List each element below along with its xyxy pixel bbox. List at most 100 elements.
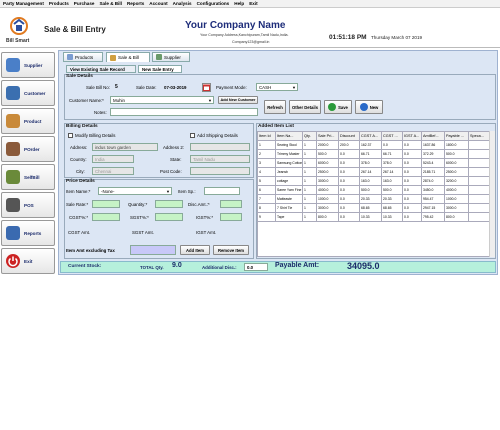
sgst-amt-label: SGST Amt. bbox=[132, 230, 154, 235]
add-customer-button[interactable]: Add New Customer bbox=[218, 96, 258, 104]
table-cell: 0.0 bbox=[402, 176, 422, 186]
table-cell: 1000.0 bbox=[444, 194, 469, 204]
save-button[interactable]: Save bbox=[324, 100, 352, 114]
quantity-input[interactable] bbox=[155, 200, 183, 208]
state-select[interactable]: Tamil Nadu bbox=[190, 155, 250, 163]
column-header[interactable]: Speca... bbox=[468, 131, 490, 141]
item-sp-input[interactable] bbox=[204, 187, 240, 195]
table-cell: 3200.0 bbox=[444, 176, 469, 186]
table-row[interactable]: 6 Saree Yarn Fine 1 4000.0 0.0 500.0 500.0 0.0 3… bbox=[257, 185, 490, 195]
sgst-pct-input[interactable] bbox=[155, 213, 183, 221]
notes-label: Notes: bbox=[94, 110, 107, 115]
table-row[interactable]: 9 Tape 1 800.0 0.0 10.33 10.33 0.0 795.42 800.0 bbox=[257, 212, 490, 222]
subtab-new-sale[interactable]: New Sale Entry bbox=[138, 65, 182, 73]
column-header[interactable]: CGST A... bbox=[359, 131, 382, 141]
table-row[interactable]: 87 Shirt Tie 1 3000.0 0.0 68.65 68.65 0.0 2947.… bbox=[257, 203, 490, 213]
table-cell bbox=[468, 185, 490, 195]
table-row[interactable]: 7 Matteaste 1 1000.0 0.0 20.33 20.33 0.0 954.47 1… bbox=[257, 194, 490, 204]
menu-item-exit[interactable]: Exit bbox=[249, 1, 257, 6]
additional-disc-input[interactable]: 0.0 bbox=[244, 263, 268, 271]
address-label: Address: bbox=[70, 145, 88, 150]
tab-supplier[interactable]: Supplier bbox=[152, 52, 190, 62]
table-row[interactable]: 3 Samsung Cotton 1 6000.0 0.0 378.0 378.0 0.0 52… bbox=[257, 158, 490, 168]
table-scrollbar[interactable] bbox=[489, 131, 495, 257]
table-cell bbox=[468, 203, 490, 213]
column-header[interactable]: Discount bbox=[338, 131, 360, 141]
subtab-view-existing[interactable]: View Existing Sale Record bbox=[66, 65, 136, 73]
igst-pct-input[interactable] bbox=[220, 213, 242, 221]
sidebar-porder-button[interactable]: POrder bbox=[1, 136, 55, 162]
calendar-icon[interactable] bbox=[202, 83, 211, 92]
other-details-button[interactable]: Other Details bbox=[289, 100, 321, 114]
table-cell: Samsung Cotton bbox=[275, 158, 303, 168]
sidebar-exit-button[interactable]: Exit bbox=[1, 248, 55, 274]
tab-sale-bill[interactable]: Sale & Bill bbox=[106, 52, 150, 62]
menu-item-reports[interactable]: Reports bbox=[127, 1, 144, 6]
item-table[interactable]: Item Id Item Na... Qty. Sale Pri... Discount… bbox=[257, 131, 490, 222]
cgst-pct-input[interactable] bbox=[92, 213, 120, 221]
table-cell: 1 bbox=[302, 149, 317, 159]
sidebar-customer-button[interactable]: Customer bbox=[1, 80, 55, 106]
refresh-button[interactable]: Refresh bbox=[264, 100, 286, 114]
table-cell: Saree Yarn Fine bbox=[275, 185, 303, 195]
sidebar-pos-button[interactable]: POS bbox=[1, 192, 55, 218]
column-header[interactable]: IGST A... bbox=[402, 131, 422, 141]
payment-mode-select[interactable]: CASH ▼ bbox=[256, 83, 298, 91]
table-cell bbox=[468, 167, 490, 177]
menu-item-account[interactable]: Account bbox=[149, 1, 167, 6]
add-item-button[interactable]: Add Item bbox=[180, 245, 210, 255]
column-header[interactable]: AmtBef... bbox=[421, 131, 445, 141]
customer-select[interactable]: Muhin ▼ bbox=[110, 96, 214, 104]
table-cell: 1 bbox=[302, 176, 317, 186]
remove-item-button[interactable]: Remove Item bbox=[213, 245, 249, 255]
item-name-select[interactable]: -None- ▼ bbox=[98, 187, 172, 195]
sidebar-selfbill-button[interactable]: SelfBill bbox=[1, 164, 55, 190]
address-input[interactable]: indus town garden bbox=[92, 143, 158, 151]
table-cell: 2185.71 bbox=[421, 167, 445, 177]
sidebar-product-button[interactable]: Product bbox=[1, 108, 55, 134]
table-row[interactable]: 1 Sewing Stool 1 2000.0 200.0 162.37 0.0 0.0 163… bbox=[257, 140, 490, 150]
notes-input[interactable] bbox=[110, 108, 258, 116]
tab-products[interactable]: Products bbox=[63, 52, 103, 62]
postcode-input[interactable] bbox=[190, 167, 250, 175]
table-row[interactable]: 4 Jeansb 1 2500.0 0.0 267.14 267.14 0.0 2185.71 2… bbox=[257, 167, 490, 177]
menu-bar: Party Management Products Purchase Sale & B… bbox=[0, 0, 500, 8]
menu-item-analysis[interactable]: Analysis bbox=[173, 1, 192, 6]
sidebar-reports-button[interactable]: Reports bbox=[1, 220, 55, 246]
menu-item-sale-bill[interactable]: Sale & Bill bbox=[99, 1, 121, 6]
menu-item-help[interactable]: Help bbox=[234, 1, 244, 6]
modify-billing-checkbox[interactable] bbox=[68, 133, 73, 138]
item-list-title: Added Item List bbox=[258, 124, 294, 129]
table-cell: 0.0 bbox=[338, 149, 360, 159]
city-select[interactable]: Chennai bbox=[92, 167, 134, 175]
menu-item-party-management[interactable]: Party Management bbox=[3, 1, 44, 6]
column-header[interactable]: Qty. bbox=[302, 131, 317, 141]
sale-date-value: 07-03-2019 bbox=[164, 85, 187, 90]
sidebar-supplier-button[interactable]: Supplier bbox=[1, 52, 55, 78]
menu-item-purchase[interactable]: Purchase bbox=[74, 1, 95, 6]
column-header[interactable]: CGST ... bbox=[381, 131, 403, 141]
table-cell: 3450.0 bbox=[421, 185, 445, 195]
table-cell: 372.29 bbox=[421, 149, 445, 159]
address2-input[interactable] bbox=[190, 143, 250, 151]
sale-rate-input[interactable] bbox=[92, 200, 120, 208]
country-select[interactable]: India bbox=[92, 155, 134, 163]
menu-item-configurations[interactable]: Configurations bbox=[197, 1, 230, 6]
save-icon bbox=[328, 103, 337, 111]
column-header[interactable]: Sale Pri... bbox=[316, 131, 339, 141]
sgst-pct-label: SGST%:* bbox=[130, 215, 149, 220]
menu-item-products[interactable]: Products bbox=[49, 1, 69, 6]
add-shipping-checkbox[interactable] bbox=[190, 133, 195, 138]
current-date: Thursday March 07 2019 bbox=[371, 35, 423, 40]
excl-tax-input[interactable] bbox=[130, 245, 176, 255]
table-row[interactable]: 5 cottage 1 3000.0 0.0 163.0 163.0 0.0 2874.0 320… bbox=[257, 176, 490, 186]
table-row[interactable]: 2 Trimmy Master 1 500.0 0.0 66.71 66.71 0.0 372.… bbox=[257, 149, 490, 159]
table-cell: 267.14 bbox=[359, 167, 382, 177]
column-header[interactable]: Item Na... bbox=[275, 131, 303, 141]
column-header[interactable]: Item Id bbox=[257, 131, 276, 141]
column-header[interactable]: Payable ... bbox=[444, 131, 469, 141]
new-button[interactable]: New bbox=[355, 100, 383, 114]
disc-amt-input[interactable] bbox=[220, 200, 242, 208]
payable-amount-label: Payable Amt: bbox=[275, 262, 320, 269]
bill-no-value: 5 bbox=[115, 84, 118, 90]
